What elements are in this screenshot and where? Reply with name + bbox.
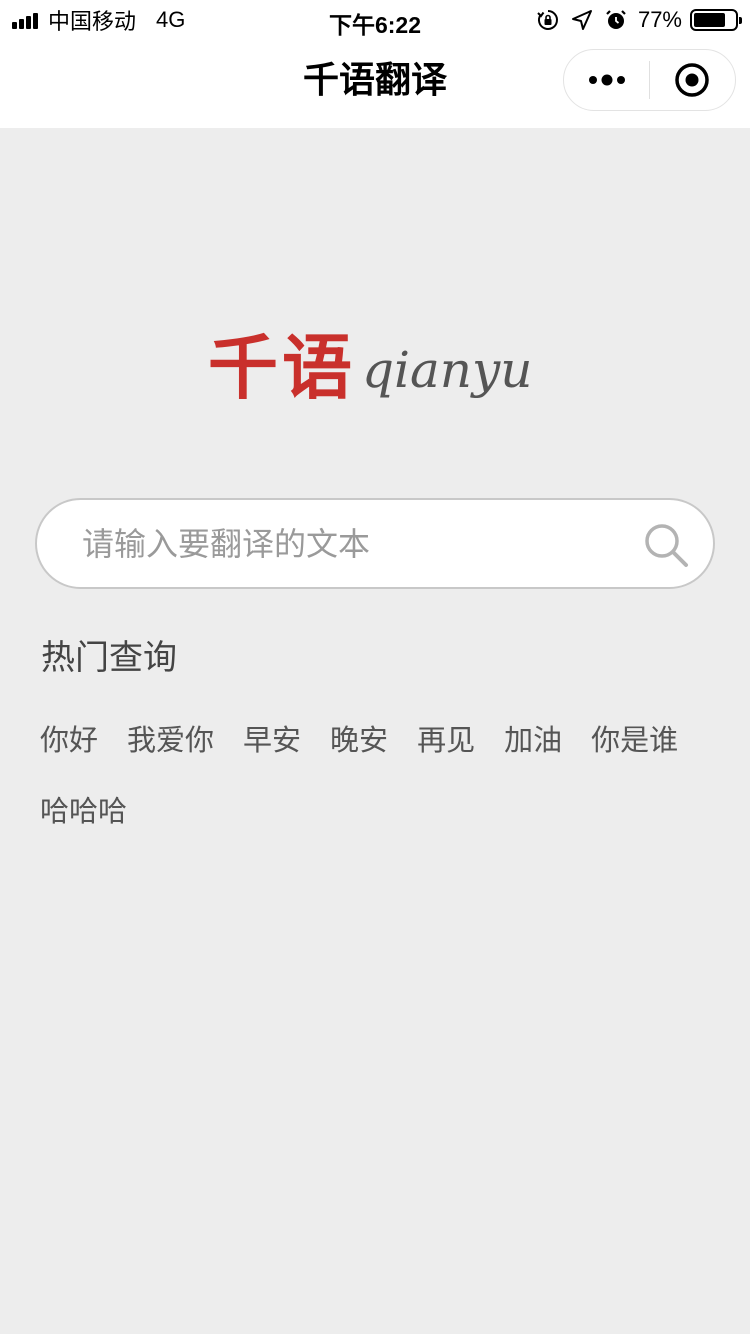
hot-query-item[interactable]: 晚安: [330, 713, 388, 767]
app-logo: 千语 qianyu: [208, 318, 532, 408]
status-right: 77%: [536, 6, 742, 34]
target-close-icon: [675, 63, 710, 97]
search-icon[interactable]: [641, 520, 691, 570]
hot-queries-list: 你好 我爱你 早安 晚安 再见 加油 你是谁哈哈哈: [40, 713, 720, 855]
battery-percent: 77%: [637, 7, 682, 32]
more-dots-icon: [588, 74, 625, 86]
search-input[interactable]: [82, 513, 622, 574]
close-button[interactable]: [650, 49, 735, 111]
hot-query-item[interactable]: 你好: [40, 713, 98, 767]
more-button[interactable]: [564, 49, 649, 111]
hot-query-item[interactable]: 你是谁: [591, 713, 678, 767]
rotation-lock-icon: [536, 8, 560, 32]
battery-icon: [690, 9, 742, 31]
hot-query-item[interactable]: 我爱你: [127, 713, 214, 767]
nav-bar: 千语翻译: [0, 40, 750, 128]
mini-program-capsule: [563, 49, 736, 111]
hot-query-item[interactable]: 加油: [504, 713, 562, 767]
battery-level: [694, 13, 725, 27]
logo-chinese: 千语: [208, 327, 356, 409]
hot-query-item[interactable]: 再见: [417, 713, 475, 767]
hot-query-item[interactable]: 哈哈哈: [40, 784, 127, 838]
location-arrow-icon: [570, 8, 594, 32]
logo-latin: qianyu: [362, 341, 533, 399]
alarm-icon: [604, 8, 628, 32]
hot-queries-title: 热门查询: [41, 638, 177, 678]
status-bar: 中国移动 4G 下午6:22 77%: [0, 0, 750, 40]
hot-query-item[interactable]: 早安: [243, 713, 301, 767]
search-box[interactable]: [35, 498, 715, 589]
